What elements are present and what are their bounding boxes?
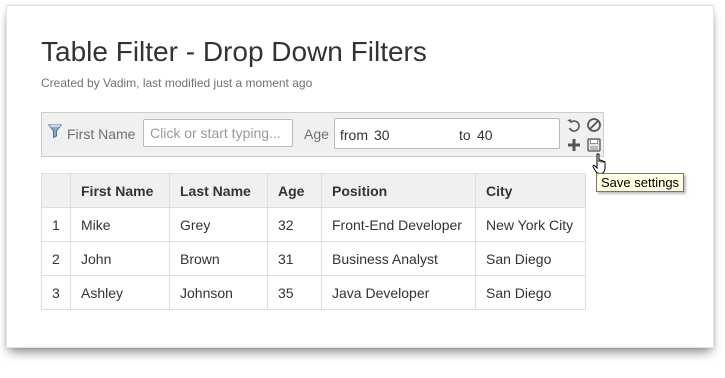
header-last-name[interactable]: Last Name [169, 173, 268, 208]
header-age[interactable]: Age [267, 173, 322, 208]
cell-position: Business Analyst [321, 241, 476, 276]
hand-cursor-icon [592, 153, 606, 175]
cell-position: Front-End Developer [321, 207, 476, 242]
cell-first-name: Mike [70, 207, 170, 242]
page-title: Table Filter - Drop Down Filters [41, 36, 427, 67]
table-row: 2 John Brown 31 Business Analyst San Die… [41, 241, 586, 276]
cell-city: San Diego [475, 241, 586, 276]
age-from-value[interactable]: 30 [374, 127, 390, 143]
row-index: 1 [41, 207, 71, 242]
cell-last-name: Johnson [169, 275, 268, 310]
cell-first-name: Ashley [70, 275, 170, 310]
undo-icon[interactable] [566, 117, 582, 133]
age-filter-label: Age [304, 126, 329, 142]
first-name-filter-label: First Name [67, 126, 136, 142]
row-index: 3 [41, 275, 71, 310]
cell-position: Java Developer [321, 275, 476, 310]
cell-city: New York City [475, 207, 586, 242]
page-card: Table Filter - Drop Down Filters Created… [6, 5, 714, 348]
age-range-input[interactable]: from 30 to 40 [334, 118, 560, 149]
cell-age: 32 [267, 207, 322, 242]
save-icon[interactable] [586, 137, 602, 153]
table-header-row: First Name Last Name Age Position City [41, 173, 586, 208]
row-index: 2 [41, 241, 71, 276]
add-icon[interactable] [566, 137, 582, 153]
cell-first-name: John [70, 241, 170, 276]
cell-last-name: Grey [169, 207, 268, 242]
page-byline: Created by Vadim, last modified just a m… [41, 76, 313, 90]
cell-city: San Diego [475, 275, 586, 310]
header-city[interactable]: City [475, 173, 586, 208]
save-settings-tooltip: Save settings [596, 173, 685, 192]
age-to-value[interactable]: 40 [477, 127, 493, 143]
header-first-name[interactable]: First Name [70, 173, 170, 208]
cell-last-name: Brown [169, 241, 268, 276]
age-to-label: to [459, 127, 471, 143]
funnel-icon [48, 124, 62, 139]
clear-icon[interactable] [586, 117, 602, 133]
header-position[interactable]: Position [321, 173, 476, 208]
age-from-label: from [340, 127, 368, 143]
first-name-filter-input[interactable] [143, 119, 293, 147]
table-row: 1 Mike Grey 32 Front-End Developer New Y… [41, 207, 586, 242]
data-table: First Name Last Name Age Position City 1… [41, 173, 586, 310]
cell-age: 35 [267, 275, 322, 310]
cell-age: 31 [267, 241, 322, 276]
table-row: 3 Ashley Johnson 35 Java Developer San D… [41, 275, 586, 310]
header-index [41, 173, 71, 208]
filter-bar: First Name Age from 30 to 40 [41, 112, 604, 157]
